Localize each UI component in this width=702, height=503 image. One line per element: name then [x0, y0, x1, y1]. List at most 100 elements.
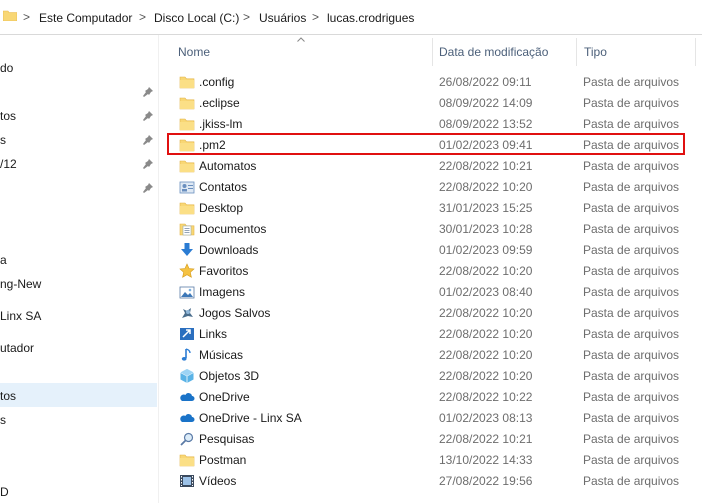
breadcrumb-user-folder[interactable]: lucas.crodrigues: [327, 11, 414, 25]
file-row[interactable]: .eclipse 08/09/2022 14:09 Pasta de arquivo…: [170, 92, 702, 113]
file-row[interactable]: .jkiss-lm 08/09/2022 13:52 Pasta de arquiv…: [170, 113, 702, 134]
pane-divider[interactable]: [158, 35, 159, 503]
file-name[interactable]: OneDrive: [199, 390, 250, 404]
nav-item-3[interactable]: s: [0, 133, 6, 147]
file-name[interactable]: Links: [199, 327, 227, 341]
file-type: Pasta de arquivos: [583, 96, 680, 110]
file-name[interactable]: Contatos: [199, 180, 247, 194]
file-type: Pasta de arquivos: [583, 159, 680, 173]
file-type: Pasta de arquivos: [583, 453, 680, 467]
file-date: 27/08/2022 19:56: [439, 474, 533, 488]
file-row[interactable]: .config 26/08/2022 09:11 Pasta de arquivos: [170, 71, 702, 92]
breadcrumb-usuarios[interactable]: Usuários: [259, 11, 306, 25]
file-date: 22/08/2022 10:22: [439, 390, 533, 404]
pin-icon: [143, 183, 153, 193]
file-name[interactable]: Imagens: [199, 285, 245, 299]
column-header-name[interactable]: Nome: [178, 45, 210, 59]
file-name[interactable]: .config: [199, 75, 234, 89]
file-date: 01/02/2023 08:13: [439, 411, 533, 425]
saved-games-icon: [182, 308, 193, 318]
file-type: Pasta de arquivos: [583, 306, 680, 320]
file-row[interactable]: OneDrive 22/08/2022 10:22 Pasta de arquivo…: [170, 386, 702, 407]
file-date: 22/08/2022 10:20: [439, 264, 533, 278]
pictures-icon: [179, 286, 195, 299]
file-name[interactable]: Documentos: [199, 222, 266, 236]
file-row[interactable]: Desktop 31/01/2023 15:25 Pasta de arquivos: [170, 197, 702, 218]
pin-icon: [143, 159, 153, 169]
file-type: Pasta de arquivos: [583, 243, 680, 257]
file-date: 26/08/2022 09:11: [439, 75, 532, 89]
file-row[interactable]: Favoritos 22/08/2022 10:20 Pasta de arquiv…: [170, 260, 702, 281]
file-row[interactable]: Documentos 30/01/2023 10:28 Pasta de arqui…: [170, 218, 702, 239]
file-type: Pasta de arquivos: [583, 222, 680, 236]
file-row[interactable]: Objetos 3D 22/08/2022 10:20 Pasta de arqui…: [170, 365, 702, 386]
file-name[interactable]: Músicas: [199, 348, 243, 362]
file-name[interactable]: Favoritos: [199, 264, 248, 278]
nav-item-7[interactable]: Linx SA: [0, 309, 41, 323]
nav-item-11[interactable]: D: [0, 485, 9, 499]
column-separator[interactable]: [432, 38, 433, 66]
nav-item-10[interactable]: s: [0, 413, 6, 427]
file-name[interactable]: Automatos: [199, 159, 256, 173]
breadcrumb-disco-local[interactable]: Disco Local (C:): [154, 11, 239, 25]
file-row[interactable]: Imagens 01/02/2023 08:40 Pasta de arquivos: [170, 281, 702, 302]
file-row[interactable]: Postman 13/10/2022 14:33 Pasta de arquivos: [170, 449, 702, 470]
folder-icon: [3, 10, 17, 21]
nav-selected-background: [0, 383, 157, 407]
file-row[interactable]: Automatos 22/08/2022 10:21 Pasta de arquiv…: [170, 155, 702, 176]
file-row[interactable]: Downloads 01/02/2023 09:59 Pasta de arquiv…: [170, 239, 702, 260]
file-row[interactable]: Pesquisas 22/08/2022 10:21 Pasta de arquiv…: [170, 428, 702, 449]
pin-icon: [143, 87, 153, 97]
file-name[interactable]: .jkiss-lm: [199, 117, 242, 131]
file-name[interactable]: Objetos 3D: [199, 369, 259, 383]
file-date: 08/09/2022 14:09: [439, 96, 533, 110]
highlight-box: [167, 133, 685, 155]
file-type: Pasta de arquivos: [583, 117, 680, 131]
file-row[interactable]: Vídeos 27/08/2022 19:56 Pasta de arquivos: [170, 470, 702, 491]
file-name[interactable]: Jogos Salvos: [199, 306, 270, 320]
nav-item-9-selected[interactable]: tos: [0, 389, 16, 403]
file-row[interactable]: Jogos Salvos 22/08/2022 10:20 Pasta de arq…: [170, 302, 702, 323]
file-name[interactable]: Vídeos: [199, 474, 236, 488]
breadcrumb-separator: >: [243, 10, 251, 24]
nav-item-2[interactable]: tos: [0, 109, 16, 123]
breadcrumb-separator: >: [312, 10, 320, 24]
nav-item-5[interactable]: a: [0, 253, 7, 267]
nav-item-8[interactable]: utador: [0, 341, 34, 355]
file-row[interactable]: Contatos 22/08/2022 10:20 Pasta de arquivo…: [170, 176, 702, 197]
file-date: 22/08/2022 10:20: [439, 348, 533, 362]
breadcrumb-separator: >: [23, 10, 31, 24]
nav-item-1[interactable]: do: [0, 61, 13, 75]
file-name[interactable]: Pesquisas: [199, 432, 254, 446]
column-separator[interactable]: [695, 38, 696, 66]
folder-icon: [179, 454, 195, 467]
file-name[interactable]: .eclipse: [199, 96, 240, 110]
star-icon: [179, 263, 195, 278]
file-type: Pasta de arquivos: [583, 201, 680, 215]
file-type: Pasta de arquivos: [583, 390, 680, 404]
sort-ascending-icon: [297, 37, 305, 42]
download-icon: [181, 243, 193, 256]
column-separator[interactable]: [576, 38, 577, 66]
column-header-date[interactable]: Data de modificação: [439, 45, 548, 59]
nav-item-4[interactable]: /12: [0, 157, 17, 171]
search-icon: [180, 432, 194, 446]
file-name[interactable]: OneDrive - Linx SA: [199, 411, 302, 425]
breadcrumb-este-computador[interactable]: Este Computador: [39, 11, 132, 25]
nav-item-6[interactable]: ng-New: [0, 277, 41, 291]
file-name[interactable]: Desktop: [199, 201, 243, 215]
address-bar[interactable]: > Este Computador > Disco Local (C:) > U…: [0, 0, 702, 35]
file-row[interactable]: Links 22/08/2022 10:20 Pasta de arquivos: [170, 323, 702, 344]
file-type: Pasta de arquivos: [583, 369, 680, 383]
file-name[interactable]: Postman: [199, 453, 246, 467]
folder-icon: [179, 202, 195, 215]
file-date: 22/08/2022 10:20: [439, 306, 533, 320]
file-date: 22/08/2022 10:20: [439, 327, 533, 341]
videos-icon: [180, 475, 194, 487]
file-name[interactable]: Downloads: [199, 243, 258, 257]
file-row[interactable]: Músicas 22/08/2022 10:20 Pasta de arquivos: [170, 344, 702, 365]
onedrive-icon: [180, 393, 195, 401]
file-row[interactable]: OneDrive - Linx SA 01/02/2023 08:13 Pasta …: [170, 407, 702, 428]
column-header-type[interactable]: Tipo: [584, 45, 607, 59]
music-icon: [181, 348, 191, 361]
